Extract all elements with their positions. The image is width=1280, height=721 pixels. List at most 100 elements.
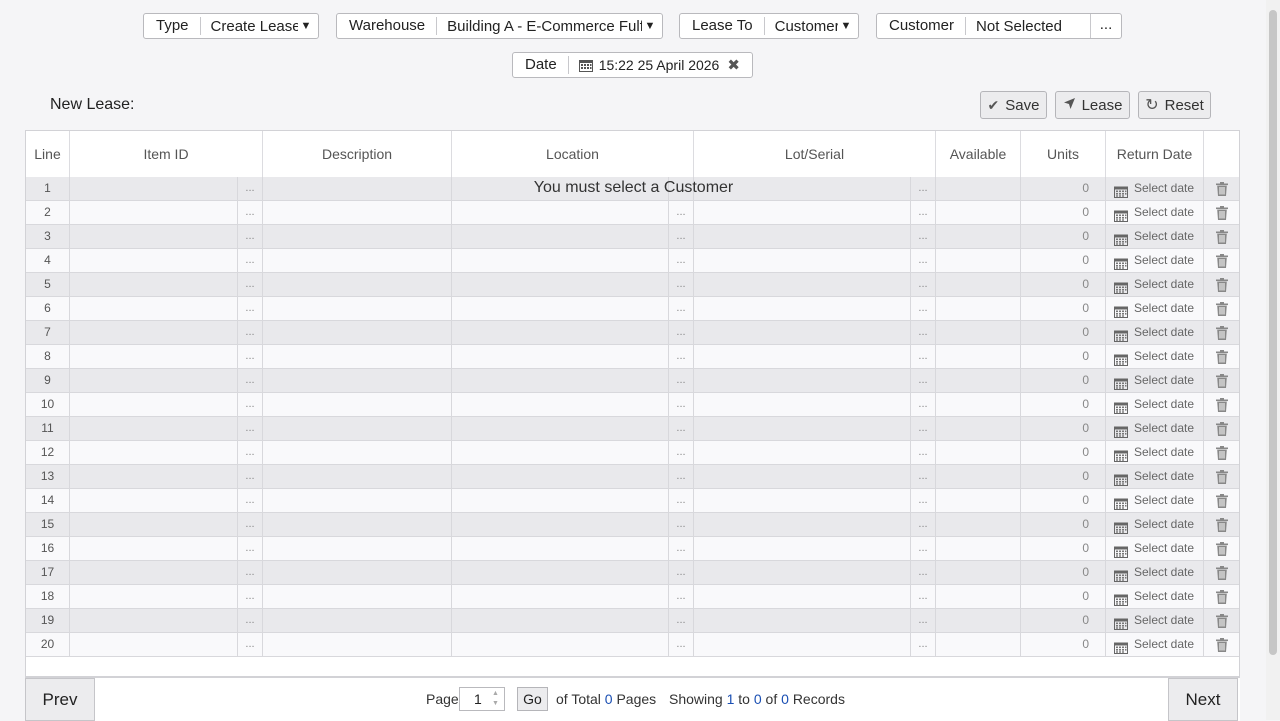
delete-row-button[interactable] (1204, 585, 1239, 608)
return-date-picker[interactable]: Select date (1106, 321, 1204, 344)
lot-serial-browse-button[interactable]: ... (911, 441, 936, 464)
item-id-browse-button[interactable]: ... (238, 177, 263, 200)
lot-serial-input[interactable] (694, 465, 911, 488)
lot-serial-input[interactable] (694, 609, 911, 632)
return-date-picker[interactable]: Select date (1106, 201, 1204, 224)
lot-serial-input[interactable] (694, 345, 911, 368)
item-id-input[interactable] (70, 321, 238, 344)
lot-serial-input[interactable] (694, 321, 911, 344)
column-header-available[interactable]: Available (936, 131, 1021, 177)
location-input[interactable] (452, 345, 669, 368)
location-input[interactable] (452, 633, 669, 656)
location-input[interactable] (452, 609, 669, 632)
units-input[interactable]: 0 (1021, 321, 1106, 344)
warehouse-select[interactable]: Warehouse Building A - E-Commerce Fulfil… (336, 13, 663, 39)
item-id-browse-button[interactable]: ... (238, 513, 263, 536)
item-id-browse-button[interactable]: ... (238, 201, 263, 224)
save-button[interactable]: ✔ Save (980, 91, 1047, 119)
lot-serial-browse-button[interactable]: ... (911, 249, 936, 272)
location-browse-button[interactable]: ... (669, 465, 694, 488)
lot-serial-browse-button[interactable]: ... (911, 417, 936, 440)
units-input[interactable]: 0 (1021, 273, 1106, 296)
lease-button[interactable]: Lease (1055, 91, 1130, 119)
calendar-icon[interactable] (578, 59, 593, 72)
delete-row-button[interactable] (1204, 321, 1239, 344)
lot-serial-input[interactable] (694, 537, 911, 560)
delete-row-button[interactable] (1204, 225, 1239, 248)
item-id-input[interactable] (70, 441, 238, 464)
lot-serial-browse-button[interactable]: ... (911, 609, 936, 632)
item-id-input[interactable] (70, 345, 238, 368)
units-input[interactable]: 0 (1021, 441, 1106, 464)
units-input[interactable]: 0 (1021, 561, 1106, 584)
date-field[interactable]: Date 15:22 25 April 2026 ✖ (512, 52, 753, 78)
item-id-browse-button[interactable]: ... (238, 393, 263, 416)
location-browse-button[interactable]: ... (669, 273, 694, 296)
return-date-picker[interactable]: Select date (1106, 225, 1204, 248)
scrollbar-thumb[interactable] (1269, 10, 1277, 655)
units-input[interactable]: 0 (1021, 177, 1106, 200)
location-browse-button[interactable]: ... (669, 369, 694, 392)
go-button[interactable]: Go (517, 687, 548, 711)
customer-browse-button[interactable]: ... (1090, 14, 1121, 38)
item-id-input[interactable] (70, 201, 238, 224)
location-browse-button[interactable]: ... (669, 177, 694, 200)
units-input[interactable]: 0 (1021, 345, 1106, 368)
column-header-location[interactable]: Location (452, 131, 694, 177)
item-id-browse-button[interactable]: ... (238, 489, 263, 512)
return-date-picker[interactable]: Select date (1106, 297, 1204, 320)
location-browse-button[interactable]: ... (669, 513, 694, 536)
item-id-browse-button[interactable]: ... (238, 417, 263, 440)
lot-serial-browse-button[interactable]: ... (911, 585, 936, 608)
prev-button[interactable]: Prev (25, 678, 95, 721)
item-id-browse-button[interactable]: ... (238, 441, 263, 464)
lot-serial-browse-button[interactable]: ... (911, 369, 936, 392)
lot-serial-browse-button[interactable]: ... (911, 273, 936, 296)
item-id-input[interactable] (70, 177, 238, 200)
lot-serial-input[interactable] (694, 633, 911, 656)
next-button[interactable]: Next (1168, 678, 1238, 721)
units-input[interactable]: 0 (1021, 513, 1106, 536)
item-id-browse-button[interactable]: ... (238, 537, 263, 560)
lot-serial-browse-button[interactable]: ... (911, 513, 936, 536)
item-id-input[interactable] (70, 489, 238, 512)
item-id-input[interactable] (70, 273, 238, 296)
delete-row-button[interactable] (1204, 249, 1239, 272)
units-input[interactable]: 0 (1021, 369, 1106, 392)
lot-serial-input[interactable] (694, 369, 911, 392)
item-id-browse-button[interactable]: ... (238, 321, 263, 344)
location-browse-button[interactable]: ... (669, 561, 694, 584)
return-date-picker[interactable]: Select date (1106, 585, 1204, 608)
lot-serial-browse-button[interactable]: ... (911, 393, 936, 416)
lot-serial-input[interactable] (694, 561, 911, 584)
units-input[interactable]: 0 (1021, 465, 1106, 488)
return-date-picker[interactable]: Select date (1106, 345, 1204, 368)
item-id-browse-button[interactable]: ... (238, 225, 263, 248)
location-input[interactable] (452, 225, 669, 248)
delete-row-button[interactable] (1204, 609, 1239, 632)
return-date-picker[interactable]: Select date (1106, 177, 1204, 200)
return-date-picker[interactable]: Select date (1106, 441, 1204, 464)
reset-button[interactable]: ↻ Reset (1138, 91, 1211, 119)
units-input[interactable]: 0 (1021, 489, 1106, 512)
delete-row-button[interactable] (1204, 513, 1239, 536)
lot-serial-input[interactable] (694, 393, 911, 416)
units-input[interactable]: 0 (1021, 249, 1106, 272)
units-input[interactable]: 0 (1021, 585, 1106, 608)
lot-serial-input[interactable] (694, 225, 911, 248)
lot-serial-browse-button[interactable]: ... (911, 297, 936, 320)
lot-serial-input[interactable] (694, 249, 911, 272)
item-id-browse-button[interactable]: ... (238, 249, 263, 272)
delete-row-button[interactable] (1204, 393, 1239, 416)
location-input[interactable] (452, 393, 669, 416)
location-browse-button[interactable]: ... (669, 441, 694, 464)
column-header-units[interactable]: Units (1021, 131, 1106, 177)
lot-serial-input[interactable] (694, 513, 911, 536)
location-browse-button[interactable]: ... (669, 489, 694, 512)
return-date-picker[interactable]: Select date (1106, 249, 1204, 272)
units-input[interactable]: 0 (1021, 201, 1106, 224)
delete-row-button[interactable] (1204, 441, 1239, 464)
delete-row-button[interactable] (1204, 417, 1239, 440)
clear-date-icon[interactable]: ✖ (727, 56, 740, 74)
location-input[interactable] (452, 249, 669, 272)
